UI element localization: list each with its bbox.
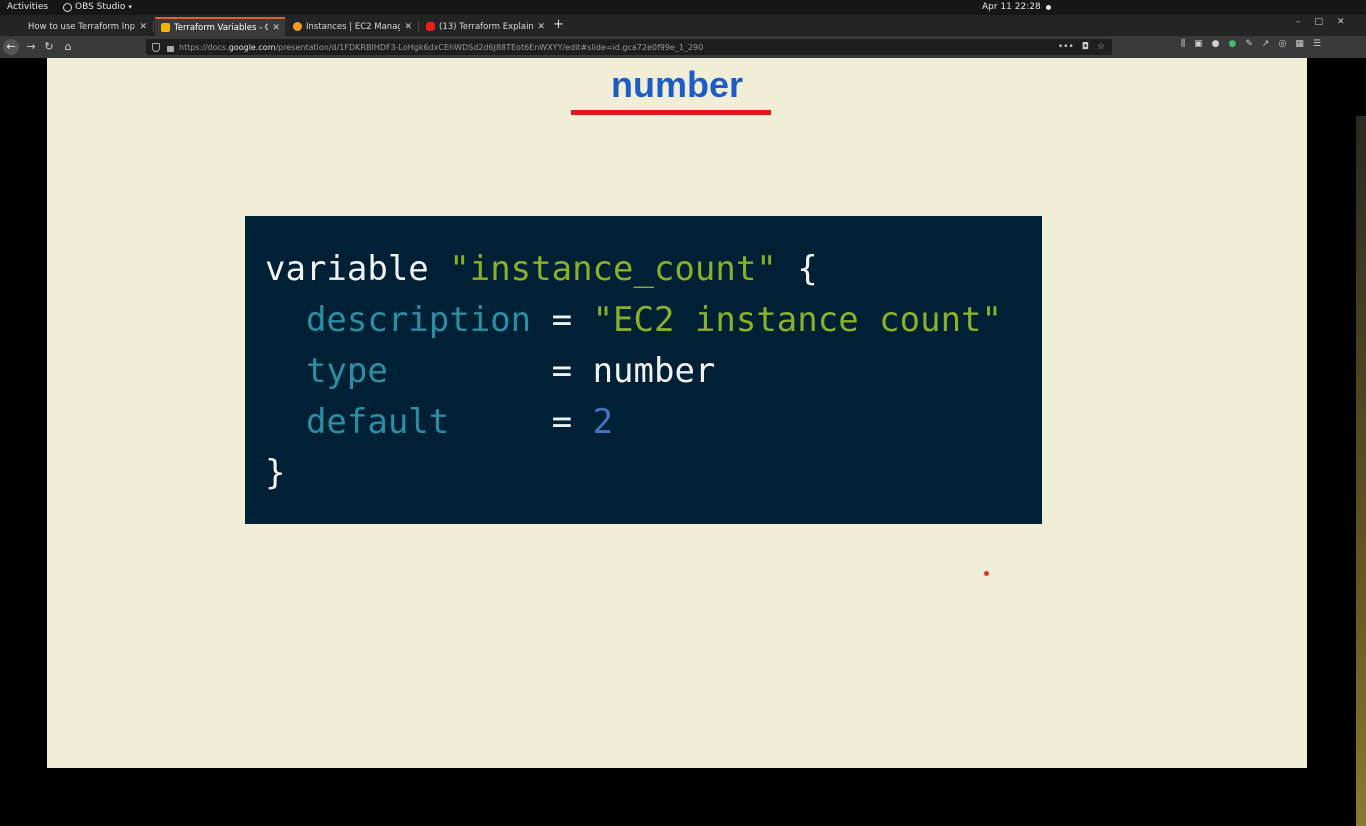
maximize-icon[interactable]: □ [1315,17,1324,27]
close-tab-icon[interactable]: ✕ [537,22,545,32]
window-controls: – □ ✕ [1296,17,1345,27]
grammarly-icon[interactable]: ● [1229,39,1237,49]
url-prefix: https://docs. [179,42,229,52]
code-attribute: description [305,300,532,340]
home-icon[interactable]: ⌂ [60,39,76,55]
slide-title: number [610,64,743,105]
notification-dot-icon [1045,4,1051,10]
url-text[interactable]: https://docs.google.com/presentation/d/1… [179,43,703,52]
code-value: number [592,351,716,391]
obs-icon [63,2,72,12]
code-string: "EC2 instance count" [592,300,1002,340]
url-path: /presentation/d/1FDKRBIHDF3-LoHgk6dxCEhW… [275,42,704,52]
close-window-icon[interactable]: ✕ [1337,17,1345,27]
tab-label: Instances | EC2 Manage [306,21,401,32]
clock[interactable]: Apr 11 22:28 [982,2,1051,12]
sidebar-icon[interactable]: ▣ [1194,39,1203,49]
code-operator: = [551,351,573,391]
close-tab-icon[interactable]: ✕ [404,22,412,32]
extension-icon[interactable]: ✎ [1245,39,1253,49]
app-menu[interactable]: OBS Studio ▾ [63,2,132,12]
code-line-2: description = "EC2 instance count" [265,300,1002,340]
caret-down-icon: ▾ [128,3,132,11]
close-tab-icon[interactable]: ✕ [272,23,280,33]
minimize-icon[interactable]: – [1296,17,1301,27]
presentation-stage: number variable "instance_count" { descr… [0,58,1366,826]
back-arrow-icon[interactable]: ← [3,39,19,55]
close-tab-icon[interactable]: ✕ [139,22,147,32]
title-underline [571,110,771,115]
code-string: "instance_count" [449,249,777,289]
code-attribute: default [305,402,450,442]
slide[interactable]: number variable "instance_count" { descr… [47,58,1307,768]
code-attribute: type [305,351,388,391]
toolbar-icons: ⫼ ▣ ● ● ✎ ↗ ◎ ▦ ☰ [1181,39,1321,49]
code-line-4: default = 2 [265,402,613,442]
lock-icon[interactable] [167,45,174,52]
forward-arrow-icon[interactable]: → [23,39,39,55]
aws-icon [293,22,302,31]
tab-label: (13) Terraform Explaine [439,21,534,32]
tab-label: Terraform Variables - Go [174,22,269,33]
tab-separator [418,21,419,32]
tab-ec2-instances[interactable]: Instances | EC2 Manage ✕ [287,17,417,36]
tab-terraform-input[interactable]: How to use Terraform Inpu ✕ [22,17,152,36]
desktop-edge [1356,116,1366,826]
clock-label: Apr 11 22:28 [982,2,1041,12]
tab-youtube-terraform[interactable]: (13) Terraform Explaine ✕ [420,17,550,36]
navigation-bar: ← → ↻ ⌂ https://docs.google.com/presenta… [0,36,1366,58]
code-brace: } [265,453,286,493]
tab-terraform-variables[interactable]: Terraform Variables - Go ✕ [155,17,285,36]
code-brace: { [797,249,818,289]
code-line-3: type = number [265,351,715,391]
tab-label: How to use Terraform Inpu [28,21,136,32]
shield-icon[interactable] [152,42,160,52]
youtube-icon [426,22,435,31]
code-keyword: variable [265,249,429,289]
code-operator: = [551,402,573,442]
new-tab-button[interactable]: + [553,17,564,32]
system-top-bar: Activities OBS Studio ▾ Apr 11 22:28 [0,0,1366,15]
code-operator: = [551,300,573,340]
pocket-icon[interactable]: ◘ [1082,42,1089,52]
extensions-grid-icon[interactable]: ▦ [1295,39,1304,49]
address-bar-actions: ••• ◘ ☆ [1058,42,1105,52]
address-bar[interactable]: https://docs.google.com/presentation/d/1… [146,39,1112,55]
reload-icon[interactable]: ↻ [41,39,57,55]
tab-separator [153,21,154,32]
code-block: variable "instance_count" { description … [245,216,1042,524]
app-menu-label: OBS Studio [75,2,126,12]
library-icon[interactable]: ⫼ [1181,39,1185,49]
tab-strip: How to use Terraform Inpu ✕ Terraform Va… [0,15,1366,36]
page-actions-icon[interactable]: ••• [1058,42,1074,52]
extension-icon[interactable]: ◎ [1278,39,1286,49]
code-number: 2 [592,402,614,442]
extension-icon[interactable]: ● [1212,39,1220,49]
google-slides-icon [161,23,170,32]
hamburger-menu-icon[interactable]: ☰ [1313,39,1321,49]
url-host: google.com [228,42,276,52]
bookmark-star-icon[interactable]: ☆ [1097,42,1105,52]
activities-button[interactable]: Activities [7,2,48,12]
laser-pointer [984,571,989,576]
extension-icon[interactable]: ↗ [1262,39,1270,49]
code-line-1: variable "instance_count" { [265,249,818,289]
